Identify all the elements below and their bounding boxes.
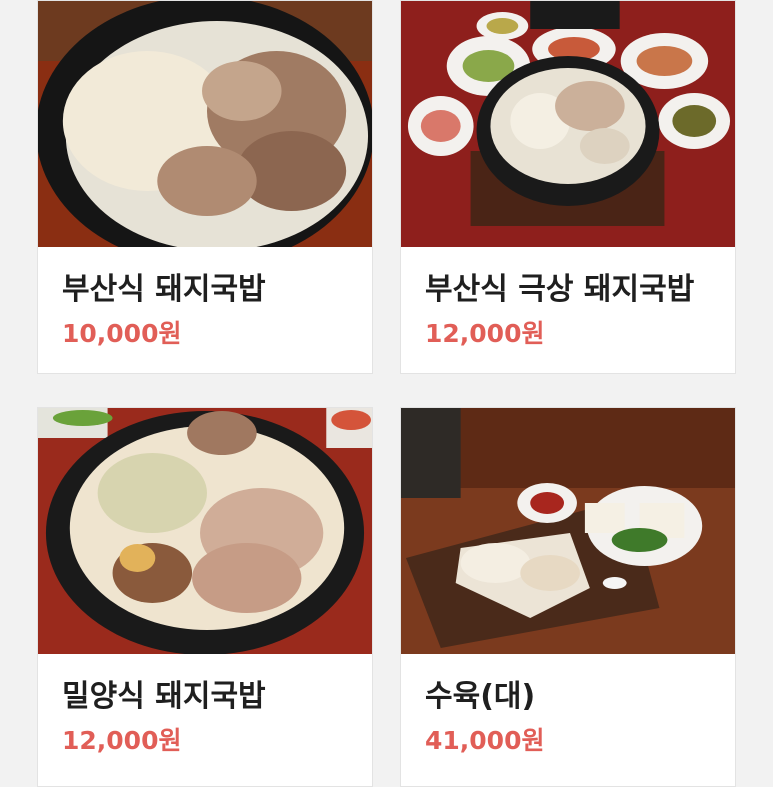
menu-card-boiled-pork-platter[interactable]: 수육(대) 41,000원: [400, 407, 736, 787]
busan-pork-soup-photo: [38, 1, 372, 247]
menu-item-price: 12,000원: [425, 319, 545, 348]
menu-card-miryang-pork-soup[interactable]: 밀양식 돼지국밥 12,000원: [37, 407, 373, 787]
menu-item-price: 41,000원: [425, 726, 545, 755]
menu-card-busan-pork-soup[interactable]: 부산식 돼지국밥 10,000원: [37, 0, 373, 374]
menu-item-name: 부산식 극상 돼지국밥: [425, 272, 695, 307]
menu-item-name: 부산식 돼지국밥: [62, 272, 266, 307]
miryang-pork-soup-photo: [38, 408, 372, 654]
menu-card-busan-premium-pork-soup[interactable]: 부산식 극상 돼지국밥 12,000원: [400, 0, 736, 374]
busan-premium-pork-soup-photo: [401, 1, 735, 247]
menu-item-price: 10,000원: [62, 319, 182, 348]
boiled-pork-platter-photo: [401, 408, 735, 654]
menu-item-name: 수육(대): [425, 679, 536, 714]
menu-item-price: 12,000원: [62, 726, 182, 755]
menu-item-name: 밀양식 돼지국밥: [62, 679, 266, 714]
